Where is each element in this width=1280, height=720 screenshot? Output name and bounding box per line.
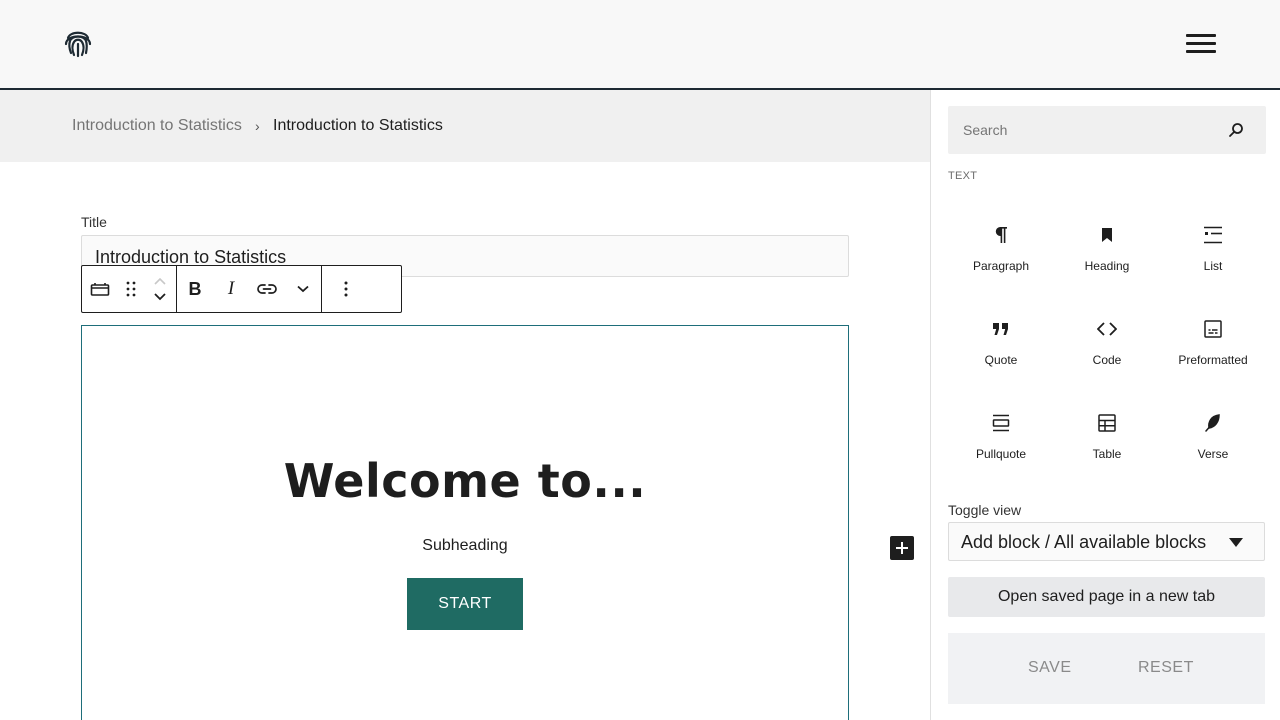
fingerprint-icon[interactable]	[62, 26, 94, 58]
block-inserter-sidebar: TEXT Paragraph Heading	[930, 90, 1280, 720]
title-label: Title	[81, 214, 107, 230]
breadcrumb-item-parent[interactable]: Introduction to Statistics	[72, 117, 242, 135]
move-down-icon[interactable]	[153, 289, 167, 305]
block-item-label: Table	[1092, 447, 1122, 461]
hero-heading[interactable]: Welcome to...	[82, 454, 848, 508]
paragraph-icon	[989, 223, 1013, 247]
toggle-view-value: Add block / All available blocks	[961, 532, 1207, 552]
block-item-label: Verse	[1197, 447, 1229, 461]
drag-handle-icon[interactable]	[118, 266, 144, 312]
top-header	[0, 0, 1280, 90]
toolbar-group-block	[82, 266, 177, 312]
block-item-list[interactable]: List	[1160, 196, 1266, 290]
quote-icon	[989, 317, 1013, 341]
search-box	[948, 106, 1266, 154]
caret-down-icon	[1229, 538, 1243, 547]
block-item-table[interactable]: Table	[1054, 384, 1160, 478]
block-item-label: List	[1203, 259, 1223, 273]
reset-button[interactable]: RESET	[1138, 659, 1194, 677]
block-item-heading[interactable]: Heading	[1054, 196, 1160, 290]
start-button[interactable]: START	[407, 578, 523, 630]
table-icon	[1095, 411, 1119, 435]
heading-bookmark-icon	[1095, 223, 1119, 247]
block-item-code[interactable]: Code	[1054, 290, 1160, 384]
block-type-icon[interactable]	[82, 266, 118, 312]
editor-main: Introduction to Statistics › Introductio…	[0, 90, 930, 720]
more-formatting-chevron-icon[interactable]	[285, 266, 321, 312]
block-item-label: Paragraph	[972, 259, 1030, 273]
hamburger-menu-icon[interactable]	[1184, 32, 1218, 54]
search-icon[interactable]	[1224, 118, 1248, 142]
block-item-label: Preformatted	[1178, 353, 1248, 367]
category-label: TEXT	[948, 170, 978, 182]
breadcrumb-item-current: Introduction to Statistics	[273, 117, 443, 134]
block-item-preformatted[interactable]: Preformatted	[1160, 290, 1266, 384]
italic-icon[interactable]: I	[213, 266, 249, 312]
save-button[interactable]: SAVE	[1028, 659, 1072, 677]
block-toolbar: B I	[81, 265, 402, 313]
plus-icon[interactable]	[890, 536, 914, 560]
list-icon	[1201, 223, 1225, 247]
block-item-quote[interactable]: Quote	[948, 290, 1054, 384]
search-input[interactable]	[948, 106, 1218, 154]
block-item-pullquote[interactable]: Pullquote	[948, 384, 1054, 478]
hero-block[interactable]: Welcome to... Subheading START	[81, 325, 849, 720]
toggle-view-select[interactable]: Add block / All available blocks	[948, 522, 1265, 561]
breadcrumb: Introduction to Statistics › Introductio…	[0, 90, 930, 162]
open-saved-page-button[interactable]: Open saved page in a new tab	[948, 577, 1265, 617]
link-icon[interactable]	[249, 266, 285, 312]
bold-icon[interactable]: B	[177, 266, 213, 312]
breadcrumb-separator: ›	[255, 118, 260, 134]
code-icon	[1095, 317, 1119, 341]
verse-feather-icon	[1201, 411, 1225, 435]
block-grid: Paragraph Heading List Quote Code Prefor…	[948, 196, 1266, 478]
block-item-verse[interactable]: Verse	[1160, 384, 1266, 478]
toolbar-group-format: B I	[177, 266, 322, 312]
save-reset-panel: SAVE RESET	[948, 633, 1265, 704]
block-item-label: Heading	[1084, 259, 1130, 273]
options-kebab-icon[interactable]	[322, 266, 370, 312]
block-item-label: Pullquote	[975, 447, 1027, 461]
toolbar-group-options	[322, 266, 370, 312]
block-mover	[144, 266, 176, 312]
hero-subheading[interactable]: Subheading	[82, 537, 848, 555]
toggle-view-label: Toggle view	[948, 502, 1022, 518]
block-item-label: Quote	[984, 353, 1018, 367]
block-item-label: Code	[1092, 353, 1122, 367]
pullquote-icon	[989, 411, 1013, 435]
move-up-icon[interactable]	[153, 273, 167, 289]
block-item-paragraph[interactable]: Paragraph	[948, 196, 1054, 290]
preformatted-icon	[1201, 317, 1225, 341]
